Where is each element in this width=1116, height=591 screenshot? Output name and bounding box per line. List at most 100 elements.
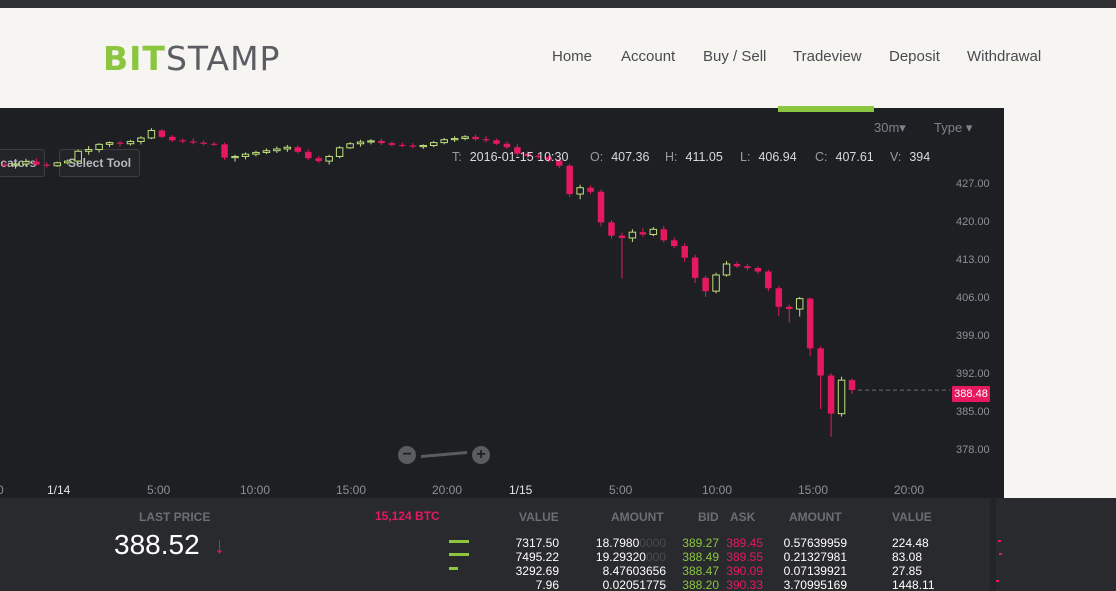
candle[interactable] xyxy=(210,142,218,147)
nav-buy-sell[interactable]: Buy / Sell xyxy=(703,48,766,65)
candle[interactable] xyxy=(461,135,469,141)
candle[interactable] xyxy=(262,148,271,155)
bid-price[interactable]: 388.47 xyxy=(680,564,719,578)
candle[interactable] xyxy=(22,158,30,167)
candle[interactable] xyxy=(200,140,207,146)
candle[interactable] xyxy=(43,162,51,168)
candle[interactable] xyxy=(786,304,793,323)
candle[interactable] xyxy=(482,136,490,143)
candle[interactable] xyxy=(827,373,835,437)
candle[interactable] xyxy=(775,285,783,316)
ask-price[interactable]: 389.55 xyxy=(724,550,763,564)
zoom-in-button[interactable]: + xyxy=(472,446,490,464)
candle[interactable] xyxy=(283,144,292,152)
candle[interactable] xyxy=(147,128,156,140)
candle[interactable] xyxy=(765,269,772,292)
candle[interactable] xyxy=(84,146,93,155)
candle[interactable] xyxy=(252,150,260,157)
candlestick-chart[interactable] xyxy=(0,108,1004,498)
candle[interactable] xyxy=(817,346,824,410)
candle-body xyxy=(346,143,354,149)
candle[interactable] xyxy=(597,189,605,227)
candle[interactable] xyxy=(576,184,584,200)
candle[interactable] xyxy=(744,263,751,271)
candle[interactable] xyxy=(472,134,479,141)
candle[interactable] xyxy=(116,140,124,147)
candle[interactable] xyxy=(670,237,678,249)
candle[interactable] xyxy=(273,146,281,154)
bitstamp-logo[interactable]: BITSTAMP xyxy=(103,39,280,78)
candle[interactable] xyxy=(63,159,72,165)
nav-deposit[interactable]: Deposit xyxy=(889,48,940,65)
candle[interactable] xyxy=(367,139,375,145)
candle[interactable] xyxy=(315,155,322,163)
candle[interactable] xyxy=(179,138,187,144)
candle[interactable] xyxy=(493,138,500,145)
candle[interactable] xyxy=(95,143,103,153)
candle[interactable] xyxy=(639,228,647,237)
ask-price[interactable]: 390.33 xyxy=(724,578,763,591)
candle[interactable] xyxy=(335,146,344,159)
ask-price[interactable]: 390.09 xyxy=(724,564,763,578)
candle[interactable] xyxy=(628,229,637,243)
candle[interactable] xyxy=(105,141,114,148)
candle[interactable] xyxy=(33,158,40,166)
nav-account[interactable]: Account xyxy=(621,48,675,65)
candle[interactable] xyxy=(587,185,594,195)
bid-price[interactable]: 388.20 xyxy=(680,578,719,591)
candle[interactable] xyxy=(733,261,741,269)
candle[interactable] xyxy=(806,297,814,357)
candle[interactable] xyxy=(649,226,658,237)
candle[interactable] xyxy=(702,275,709,297)
candle[interactable] xyxy=(378,138,385,145)
candle[interactable] xyxy=(74,149,82,163)
y-tick-label: 406.00 xyxy=(956,292,990,304)
candle[interactable] xyxy=(691,254,699,284)
candle[interactable] xyxy=(241,152,250,160)
candle[interactable] xyxy=(440,137,448,145)
candle[interactable] xyxy=(189,138,197,145)
candle[interactable] xyxy=(399,142,406,148)
candle[interactable] xyxy=(325,154,333,165)
candle-body xyxy=(472,136,479,140)
candle[interactable] xyxy=(158,129,166,139)
candle[interactable] xyxy=(231,154,239,162)
candle[interactable] xyxy=(429,140,438,148)
ohlc-volume-value: 394 xyxy=(909,150,931,164)
candle[interactable] xyxy=(503,141,511,149)
candle[interactable] xyxy=(837,376,846,417)
nav-home[interactable]: Home xyxy=(552,48,592,65)
candle[interactable] xyxy=(1,161,9,168)
candle[interactable] xyxy=(294,145,302,154)
candle[interactable] xyxy=(795,296,804,317)
candle[interactable] xyxy=(305,149,312,160)
candle[interactable] xyxy=(11,162,20,169)
ask-price[interactable]: 389.45 xyxy=(724,536,763,550)
candle[interactable] xyxy=(754,266,762,274)
candle[interactable] xyxy=(608,220,615,239)
candle[interactable] xyxy=(848,378,856,395)
candle[interactable] xyxy=(356,139,365,147)
candle[interactable] xyxy=(53,161,62,167)
candle[interactable] xyxy=(137,136,145,145)
candle[interactable] xyxy=(450,136,459,143)
candle[interactable] xyxy=(346,142,354,149)
bid-price[interactable]: 389.27 xyxy=(680,536,719,550)
candle[interactable] xyxy=(388,141,396,147)
nav-tradeview[interactable]: Tradeview xyxy=(793,48,862,65)
candle[interactable] xyxy=(419,144,428,149)
candle[interactable] xyxy=(409,143,417,149)
candle[interactable] xyxy=(126,139,135,146)
zoom-slider[interactable] xyxy=(421,451,467,458)
nav-withdrawal[interactable]: Withdrawal xyxy=(967,48,1041,65)
zoom-out-button[interactable]: − xyxy=(398,446,416,464)
candle[interactable] xyxy=(169,135,176,143)
candle[interactable] xyxy=(660,225,668,243)
candle[interactable] xyxy=(681,243,688,262)
candle[interactable] xyxy=(618,232,626,279)
candle[interactable] xyxy=(221,142,228,160)
candle[interactable] xyxy=(712,272,720,294)
candle[interactable] xyxy=(722,261,731,277)
bid-price[interactable]: 388.49 xyxy=(680,550,719,564)
candle[interactable] xyxy=(566,163,573,197)
